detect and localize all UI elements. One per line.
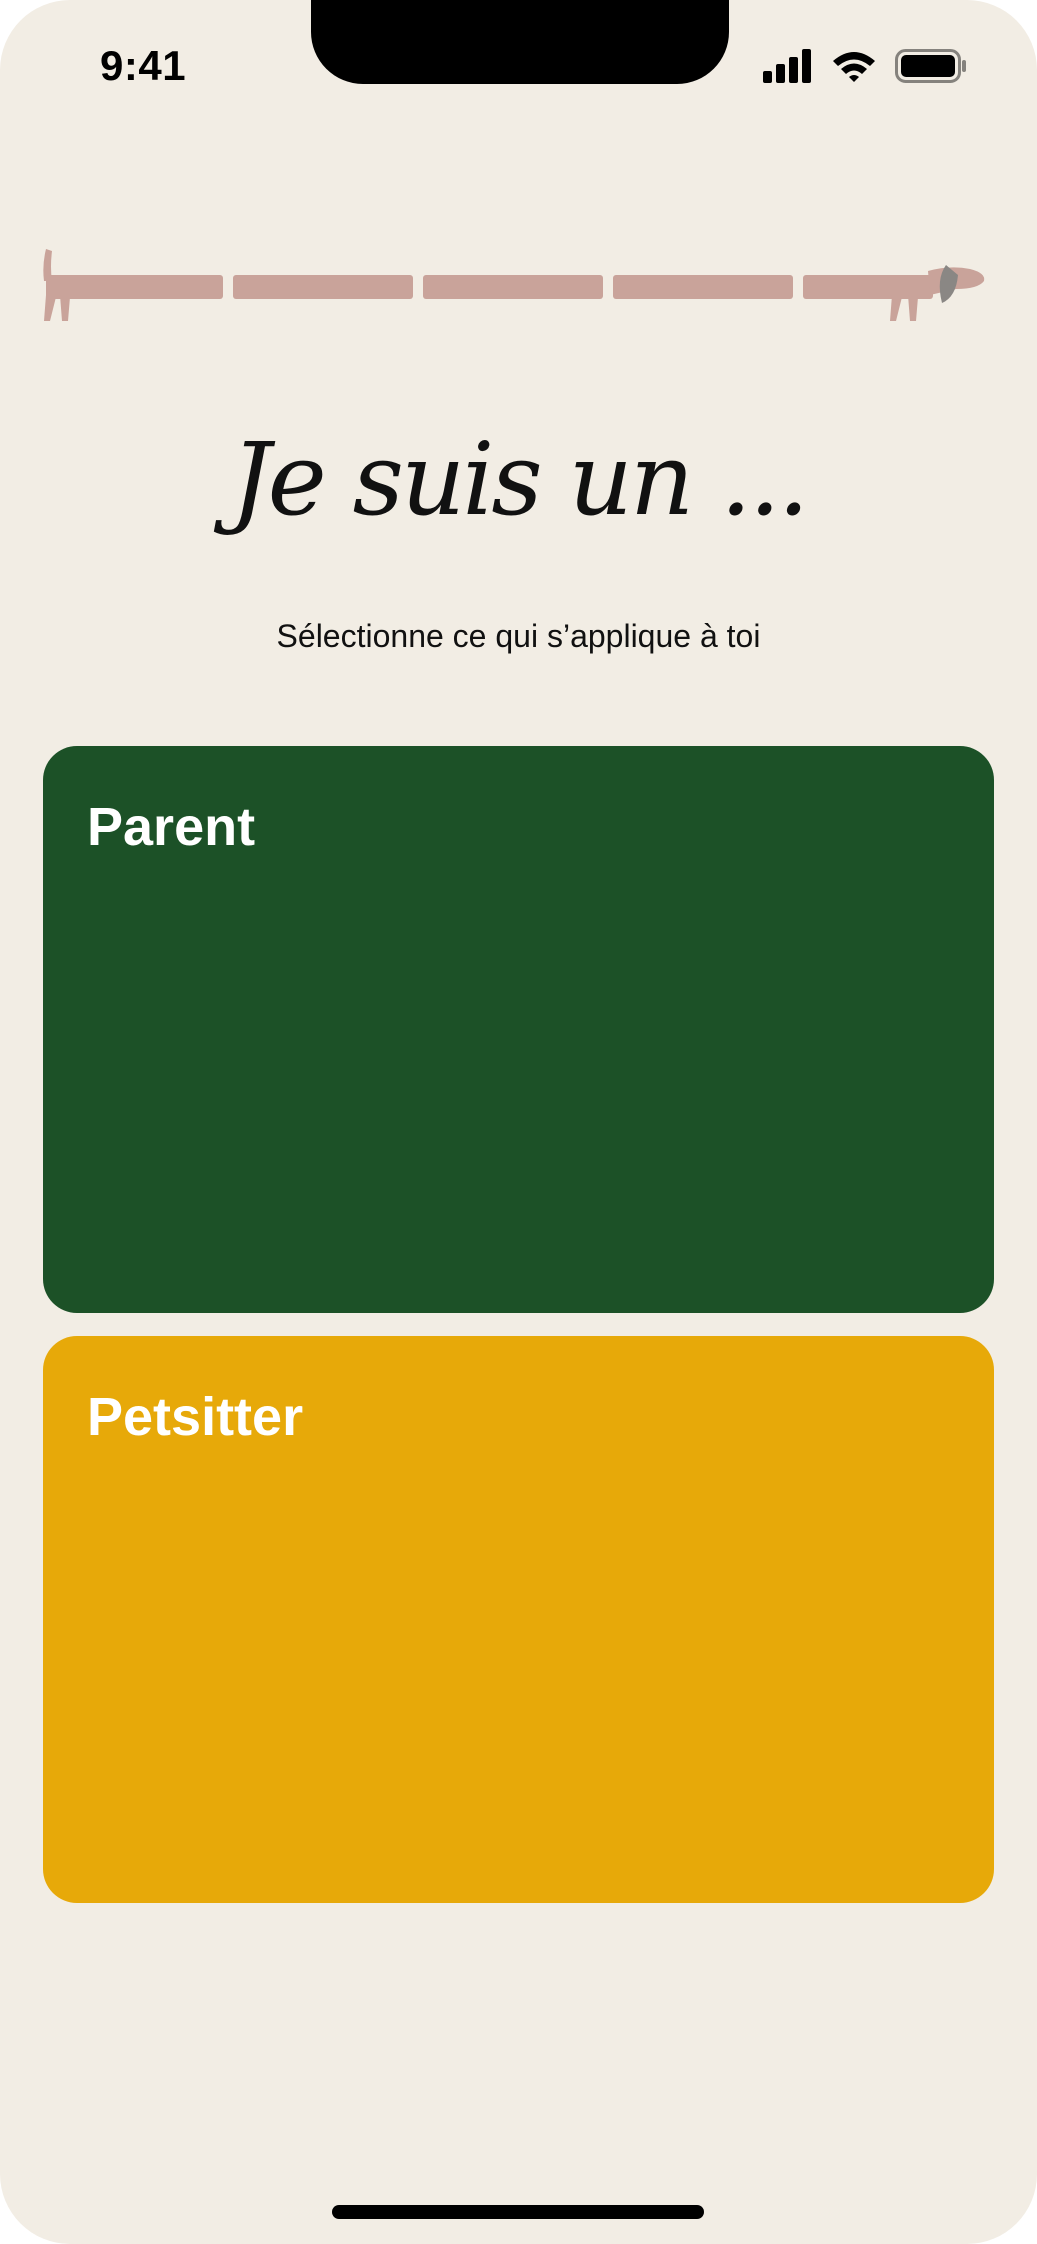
dachshund-head-icon (928, 265, 985, 303)
wifi-icon (833, 52, 875, 82)
progress-segment-1 (46, 275, 223, 299)
home-indicator[interactable] (332, 2205, 704, 2219)
option-label-parent: Parent (87, 797, 256, 857)
page-title: Je suis un ... (230, 421, 810, 538)
progress-segment-4 (613, 275, 793, 299)
device-notch (311, 0, 729, 84)
signal-icon (763, 49, 811, 83)
battery-icon (895, 49, 966, 83)
progress-dachshund (43, 249, 985, 321)
phone-screen: 9:41 Je suis un ... Sélectionne ce qui s… (0, 0, 1037, 2244)
status-icons (763, 48, 967, 84)
option-card-parent[interactable]: Parent (43, 746, 994, 1313)
progress-segment-5 (803, 275, 933, 299)
status-time: 9:41 (100, 42, 187, 89)
page-subtitle: Sélectionne ce qui s’applique à toi (276, 618, 761, 654)
option-label-petsitter: Petsitter (87, 1387, 304, 1447)
progress-segment-2 (233, 275, 413, 299)
option-card-petsitter[interactable]: Petsitter (43, 1336, 994, 1903)
progress-segment-3 (423, 275, 603, 299)
